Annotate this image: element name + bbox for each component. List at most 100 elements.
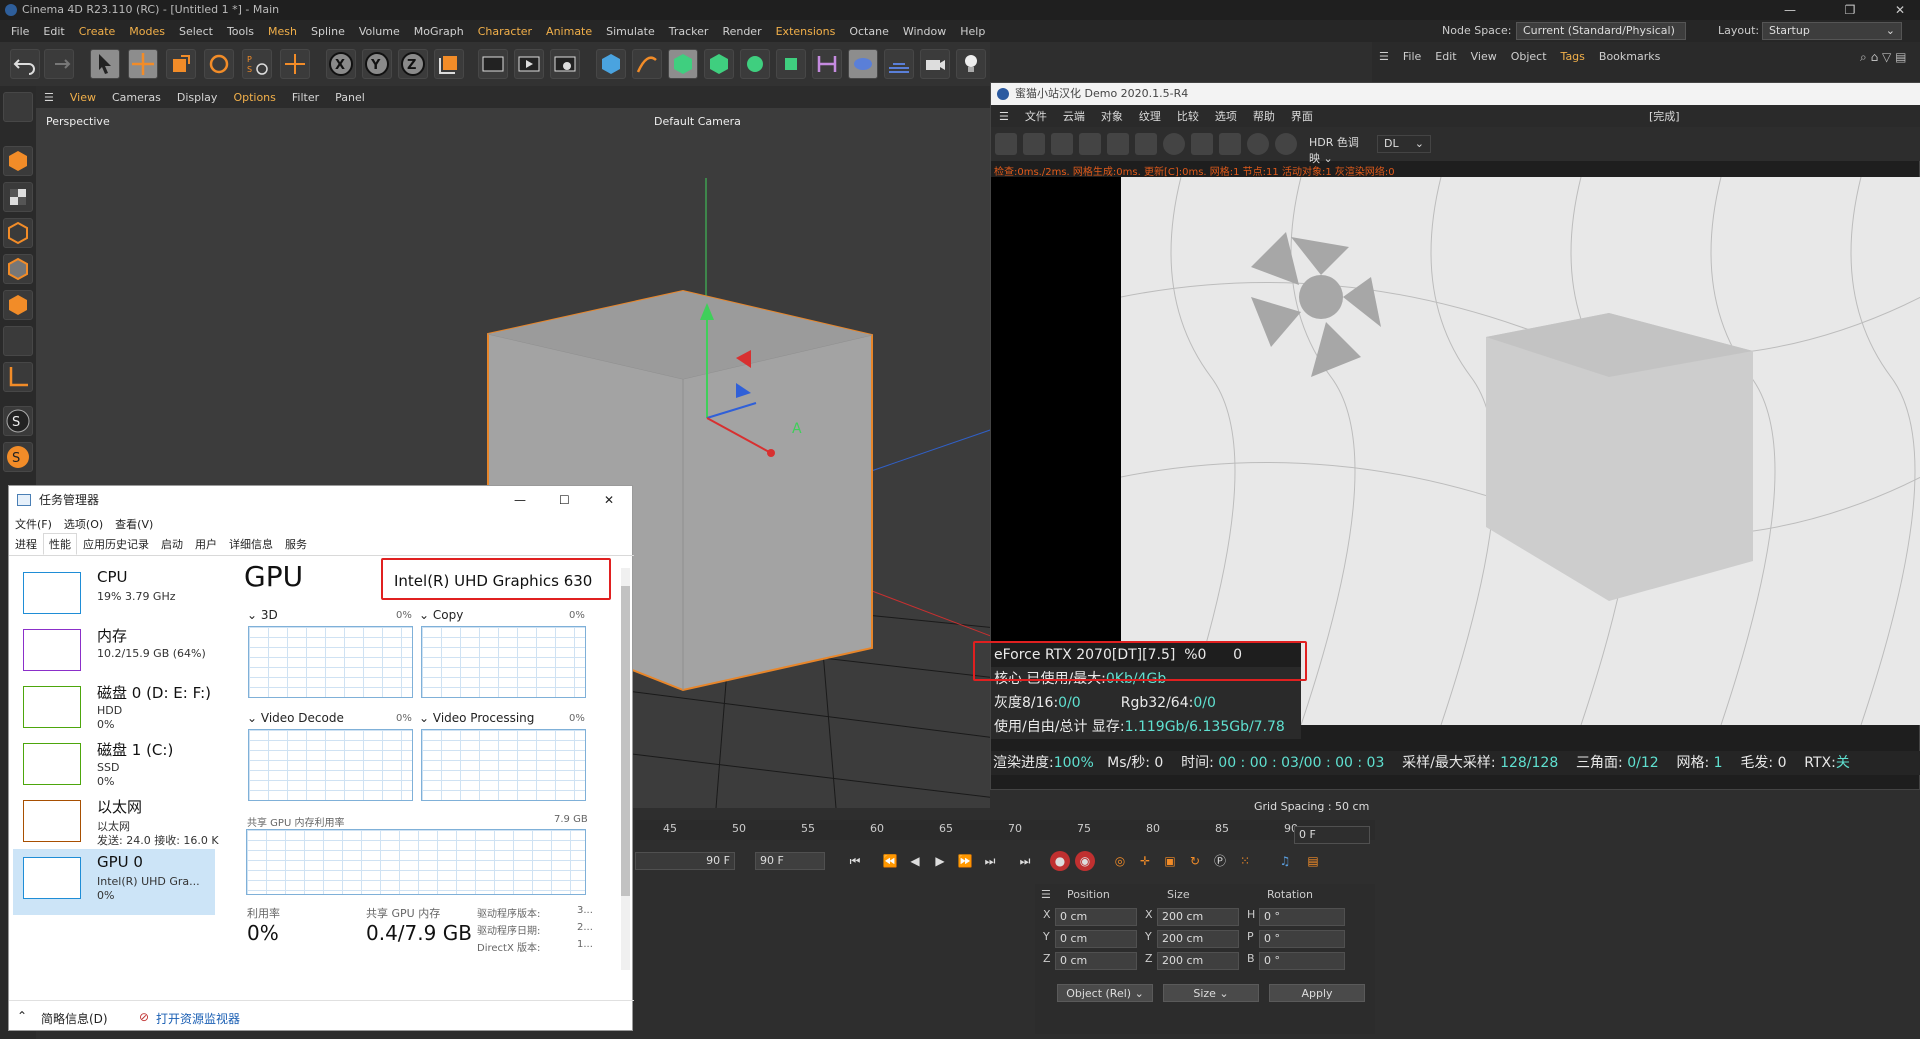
menu-character[interactable]: Character — [471, 25, 539, 38]
octane-menu-item[interactable]: 界面 — [1283, 108, 1321, 124]
cloner-button[interactable] — [740, 49, 770, 79]
end-frame-field[interactable]: 90 F — [755, 852, 825, 870]
psr-button[interactable]: PS — [242, 49, 272, 79]
scale-key-icon[interactable]: ▣ — [1160, 851, 1180, 871]
taskmgr-tab[interactable]: 服务 — [279, 533, 313, 555]
menu-select[interactable]: Select — [172, 25, 220, 38]
preview-end-field[interactable]: 90 F — [635, 852, 735, 870]
manager-menu-edit[interactable]: Edit — [1428, 50, 1463, 63]
camera-button[interactable] — [920, 49, 950, 79]
taskmgr-menu-item[interactable]: 文件(F) — [9, 516, 58, 532]
menu-file[interactable]: File — [4, 25, 36, 38]
go-to-end-icon[interactable]: ⏭ — [980, 851, 1000, 871]
scale-tool-button[interactable] — [166, 49, 196, 79]
manager-menu-view[interactable]: View — [1464, 50, 1504, 63]
hamburger-icon[interactable]: ☰ — [1041, 888, 1051, 901]
snapping-button[interactable]: S — [3, 406, 33, 436]
apply-button[interactable]: Apply — [1269, 984, 1365, 1002]
keyframe-selection-icon[interactable]: ◎ — [1110, 851, 1130, 871]
pen-tool-button[interactable] — [632, 49, 662, 79]
light-button[interactable] — [956, 49, 986, 79]
z-axis-button[interactable]: Z — [398, 49, 428, 79]
close-button[interactable]: ✕ — [604, 486, 614, 514]
octane-menu-item[interactable]: 选项 — [1207, 108, 1245, 124]
menu-tools[interactable]: Tools — [220, 25, 261, 38]
record-icon[interactable]: ● — [1050, 851, 1070, 871]
undo-button[interactable] — [10, 49, 40, 79]
viewport-menu-panel[interactable]: Panel — [327, 91, 373, 104]
menu-help[interactable]: Help — [953, 25, 992, 38]
add-icon[interactable] — [1191, 133, 1213, 155]
taskmgr-menu-item[interactable]: 查看(V) — [109, 516, 159, 532]
mask-icon[interactable] — [1275, 133, 1297, 155]
previous-frame-icon[interactable]: ◀ — [905, 851, 925, 871]
redo-button[interactable] — [44, 49, 74, 79]
hamburger-icon[interactable]: ☰ — [1372, 50, 1396, 63]
position-field[interactable]: 0 cm — [1055, 930, 1137, 948]
texture-mode-button[interactable] — [3, 182, 33, 212]
size-field[interactable]: 200 cm — [1157, 952, 1239, 970]
field-button[interactable] — [812, 49, 842, 79]
next-key-icon[interactable]: ⏭ — [1015, 851, 1035, 871]
taskmgr-menu-item[interactable]: 选项(O) — [58, 516, 109, 532]
menu-extensions[interactable]: Extensions — [769, 25, 843, 38]
menu-create[interactable]: Create — [72, 25, 123, 38]
taskmgr-tab[interactable]: 启动 — [155, 533, 189, 555]
render-view-button[interactable] — [478, 49, 508, 79]
manager-menu-bookmarks[interactable]: Bookmarks — [1592, 50, 1667, 63]
select-tool-button[interactable] — [90, 49, 120, 79]
render-picture-viewer-button[interactable] — [514, 49, 544, 79]
y-axis-button[interactable]: Y — [362, 49, 392, 79]
next-frame-icon[interactable]: ⏩ — [955, 851, 975, 871]
axis-mode-button[interactable] — [3, 362, 33, 392]
layers-icon[interactable]: ▤ — [1895, 50, 1906, 64]
viewport-menu-view[interactable]: View — [62, 91, 104, 104]
hamburger-icon[interactable]: ☰ — [36, 91, 62, 104]
edges-mode-button[interactable] — [3, 254, 33, 284]
move-tool-button[interactable] — [128, 49, 158, 79]
rotation-field[interactable]: 0 ° — [1259, 952, 1345, 970]
pla-key-icon[interactable]: ⁙ — [1235, 851, 1255, 871]
play-icon[interactable]: ▶ — [930, 851, 950, 871]
points-mode-button[interactable] — [3, 218, 33, 248]
model-mode-button[interactable] — [3, 146, 33, 176]
scrollbar-thumb[interactable] — [621, 586, 630, 896]
current-frame-field[interactable]: 0 F — [1294, 826, 1370, 844]
viewport-menu-cameras[interactable]: Cameras — [104, 91, 169, 104]
coordinate-system-button[interactable] — [434, 49, 464, 79]
rotation-key-icon[interactable]: ↻ — [1185, 851, 1205, 871]
polygons-mode-button[interactable] — [3, 290, 33, 320]
filter-icon[interactable]: ▽ — [1882, 50, 1891, 64]
fewer-details-link[interactable]: 简略信息(D) — [41, 1010, 108, 1027]
cube-object-button[interactable] — [596, 49, 626, 79]
focus-icon[interactable] — [1247, 133, 1269, 155]
position-field[interactable]: 0 cm — [1055, 952, 1137, 970]
node-space-dropdown[interactable]: Current (Standard/Physical)⌄ — [1516, 22, 1686, 53]
octane-menu-item[interactable]: 文件 — [1017, 108, 1055, 124]
size-field[interactable]: 200 cm — [1157, 908, 1239, 926]
viewport-menu-display[interactable]: Display — [169, 91, 226, 104]
manager-menu-tags[interactable]: Tags — [1554, 50, 1592, 63]
kernel-dropdown[interactable]: DL ⌄ — [1377, 135, 1431, 153]
taskmgr-tab[interactable]: 应用历史记录 — [77, 533, 155, 555]
region-render-icon[interactable] — [1079, 133, 1101, 155]
rotation-field[interactable]: 0 ° — [1259, 908, 1345, 926]
transform-button[interactable] — [280, 49, 310, 79]
hamburger-icon[interactable]: ☰ — [991, 110, 1017, 123]
uv-mode-button[interactable] — [3, 326, 33, 356]
close-button[interactable]: ✕ — [1880, 0, 1920, 20]
minimize-button[interactable]: — — [1770, 0, 1810, 20]
taskmgr-tab[interactable]: 性能 — [43, 533, 77, 555]
octane-menu-item[interactable]: 帮助 — [1245, 108, 1283, 124]
sound-icon[interactable]: ♫ — [1275, 851, 1295, 871]
menu-render[interactable]: Render — [715, 25, 768, 38]
coordinate-mode-dropdown[interactable]: Object (Rel) ⌄ — [1057, 984, 1153, 1002]
x-axis-button[interactable]: X — [326, 49, 356, 79]
collapse-icon[interactable]: ⌃ — [17, 1009, 27, 1023]
taskmgr-tab[interactable]: 详细信息 — [223, 533, 279, 555]
previous-key-icon[interactable]: ⏪ — [880, 851, 900, 871]
film-strip-icon[interactable]: ▤ — [1303, 851, 1323, 871]
menu-modes[interactable]: Modes — [122, 25, 172, 38]
menu-volume[interactable]: Volume — [352, 25, 407, 38]
octane-menu-item[interactable]: 纹理 — [1131, 108, 1169, 124]
